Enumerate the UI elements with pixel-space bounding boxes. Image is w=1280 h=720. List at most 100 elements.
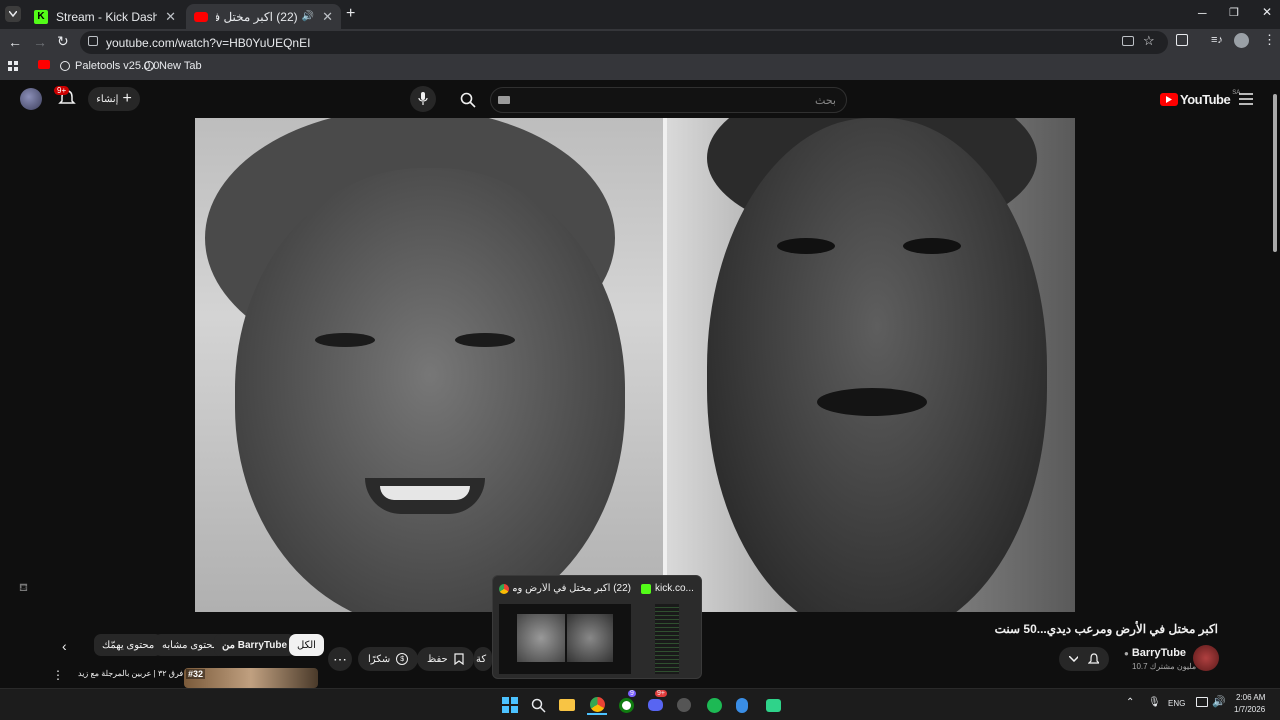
video-title: اكبر مختل في الأرض ومرعب ديدي...50 سنت	[994, 622, 1218, 636]
keyboard-icon[interactable]	[498, 96, 510, 104]
search-button[interactable]	[455, 88, 481, 112]
youtube-logo[interactable]: YouTube SA	[1160, 90, 1240, 107]
channel-name[interactable]: ● BarryTube	[1124, 647, 1186, 659]
xbox-badge: 9	[628, 690, 636, 697]
episode-badge: #32	[186, 669, 206, 679]
chrome-taskbar-icon[interactable]	[587, 695, 607, 715]
clock-date[interactable]: 1/7/2026	[1234, 705, 1265, 714]
preview-title: kick.co...	[655, 583, 694, 594]
voice-search-button[interactable]	[410, 86, 436, 112]
save-button[interactable]: حفظ	[417, 647, 474, 671]
search-icon[interactable]	[528, 695, 548, 715]
subscribed-button[interactable]	[1059, 647, 1109, 671]
back-button[interactable]: ←	[8, 34, 22, 50]
bookmark-icon	[454, 653, 464, 665]
notifications-button[interactable]: 9+	[54, 86, 76, 112]
youtube-favicon-icon	[194, 11, 208, 22]
globe-icon	[144, 61, 154, 71]
plus-icon: +	[122, 90, 132, 107]
preview-item-kick[interactable]: kick.co...	[639, 582, 699, 676]
reload-button[interactable]: ↻	[57, 33, 69, 50]
language-indicator[interactable]: ENG	[1168, 699, 1185, 708]
chrome-menu-icon[interactable]: ⋮	[1263, 32, 1276, 48]
microphone-icon	[418, 92, 428, 105]
address-bar[interactable]: youtube.com/watch?v=HB0YuUEQnEI ☆	[80, 31, 1168, 54]
close-window-button[interactable]: ✕	[1262, 5, 1272, 19]
start-icon[interactable]	[500, 695, 520, 715]
speaker-icon[interactable]: 🔊	[302, 11, 314, 22]
profile-avatar[interactable]	[1234, 33, 1249, 48]
more-actions-button[interactable]: ⋯	[328, 647, 352, 671]
bookmark-label: New Tab	[159, 60, 202, 72]
discord-icon[interactable]: 9+	[645, 690, 667, 715]
recommendation-item[interactable]: ⋮ فرق ٣٢ | عربين بالمرجلة مع زيد #32	[50, 668, 320, 688]
bell-icon	[1088, 653, 1099, 664]
tab-youtube-video[interactable]: (22) اكبر مختل في الأرض ومـ... 🔊 ✕	[186, 4, 341, 29]
tab-search-button[interactable]	[5, 6, 21, 22]
app-icon-blue[interactable]	[732, 695, 752, 715]
guide-menu-icon[interactable]	[1239, 92, 1253, 110]
close-tab-icon[interactable]: ✕	[322, 9, 333, 25]
tab-kick-dashboard[interactable]: K Stream - Kick Dashboard ✕	[26, 4, 184, 29]
bookmark-youtube[interactable]	[38, 60, 50, 69]
minimize-button[interactable]: ─	[1198, 6, 1207, 20]
chevron-down-icon	[1069, 656, 1079, 662]
chevron-down-icon	[9, 11, 17, 17]
chip-from-channel[interactable]: من BarryTube	[214, 634, 296, 656]
youtube-play-icon	[1160, 93, 1178, 106]
chip-all[interactable]: الكل	[289, 634, 324, 656]
windows-taskbar: 9 9+ ⌃ 🎙 ENG 🔊 2:06 AM 1/7/2026	[0, 688, 1280, 720]
chip-related[interactable]: محتوى يهمّك	[94, 634, 163, 656]
site-info-icon[interactable]	[88, 36, 98, 46]
volume-icon[interactable]: 🔊	[1212, 695, 1226, 708]
search-input[interactable]: بحث	[490, 87, 847, 113]
bookmarks-bar: Paletools v25.0.0 New Tab	[0, 56, 1280, 80]
video-frame-left-portrait	[195, 118, 663, 612]
media-controls-icon[interactable]: ≡♪	[1211, 34, 1223, 46]
preview-title: (22) اكبر مختل في الأرض ومـ...	[513, 583, 631, 594]
globe-icon	[60, 61, 70, 71]
chips-prev-button[interactable]: ‹	[62, 638, 67, 654]
taskbar-preview-popup: (22) اكبر مختل في الأرض ومـ... kick.co..…	[492, 575, 702, 679]
scrollbar-thumb[interactable]	[1273, 94, 1277, 252]
url-text: youtube.com/watch?v=HB0YuUEQnEI	[106, 35, 311, 50]
network-icon[interactable]	[1196, 697, 1208, 707]
apps-grid-icon[interactable]	[8, 61, 19, 72]
forward-button[interactable]: →	[33, 34, 47, 50]
kick-icon	[641, 584, 651, 594]
preview-thumbnail	[499, 604, 631, 674]
create-button[interactable]: إنشاء +	[88, 87, 140, 111]
youtube-header: 9+ إنشاء + بحث YouTube SA	[0, 80, 1270, 118]
video-player[interactable]	[195, 118, 1075, 612]
account-avatar[interactable]	[20, 88, 42, 110]
ambient-toggle-icon[interactable]: ⛾	[19, 582, 28, 596]
browser-toolbar: ← → ↻ youtube.com/watch?v=HB0YuUEQnEI ☆ …	[0, 29, 1280, 56]
clock-time[interactable]: 2:06 AM	[1236, 693, 1265, 702]
thanks-button[interactable]: شكرًا $	[358, 647, 419, 671]
search-placeholder: بحث	[815, 95, 836, 107]
microphone-icon[interactable]: 🎙	[1148, 697, 1161, 708]
extensions-icon[interactable]	[1176, 34, 1188, 46]
spotify-icon[interactable]	[704, 695, 724, 715]
kick-favicon-icon: K	[34, 9, 48, 24]
maximize-button[interactable]: ❐	[1229, 6, 1239, 19]
more-options-icon[interactable]: ⋮	[52, 668, 64, 682]
recommendation-thumbnail: #32	[184, 668, 318, 688]
page-scrollbar[interactable]	[1270, 80, 1280, 688]
verified-icon: ●	[1124, 648, 1129, 658]
search-icon	[460, 92, 476, 108]
app-icon-green[interactable]	[763, 695, 783, 715]
install-app-icon[interactable]	[1122, 36, 1134, 46]
channel-avatar[interactable]	[1193, 645, 1219, 671]
share-button[interactable]: كة	[474, 647, 492, 671]
new-tab-button[interactable]: +	[346, 5, 355, 23]
bookmark-new-tab[interactable]: New Tab	[144, 60, 202, 72]
tray-chevron-icon[interactable]: ⌃	[1126, 697, 1134, 708]
preview-thumbnail	[655, 604, 679, 674]
preview-item-youtube[interactable]: (22) اكبر مختل في الأرض ومـ...	[497, 582, 633, 676]
xbox-icon[interactable]: 9	[616, 690, 636, 715]
close-tab-icon[interactable]: ✕	[165, 9, 176, 25]
bookmark-star-icon[interactable]: ☆	[1143, 33, 1155, 49]
file-explorer-icon[interactable]	[557, 695, 577, 715]
app-icon[interactable]	[674, 695, 694, 715]
